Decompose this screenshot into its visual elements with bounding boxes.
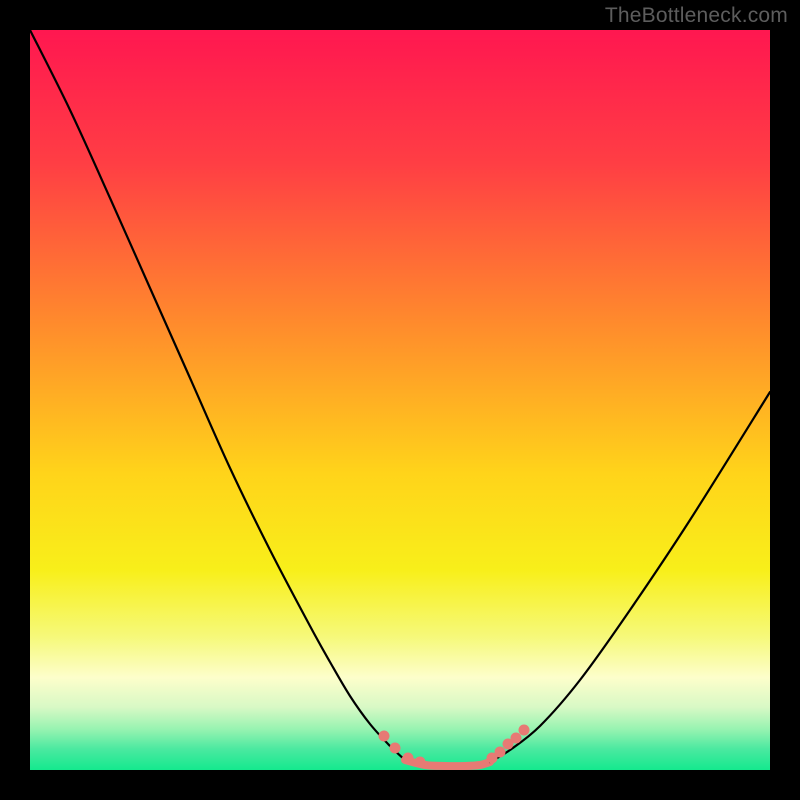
- valley-dot: [519, 725, 530, 736]
- valley-dot: [511, 733, 522, 744]
- left-curve: [30, 30, 405, 760]
- right-curve: [490, 392, 770, 762]
- valley-dot: [390, 743, 401, 754]
- plot-area: [30, 30, 770, 770]
- valley-dot: [415, 757, 426, 768]
- watermark-text: TheBottleneck.com: [605, 4, 788, 28]
- valley-dot: [495, 747, 506, 758]
- chart-frame: TheBottleneck.com: [0, 0, 800, 800]
- curve-layer: [30, 30, 770, 770]
- valley-dot: [403, 753, 414, 764]
- valley-dot: [379, 731, 390, 742]
